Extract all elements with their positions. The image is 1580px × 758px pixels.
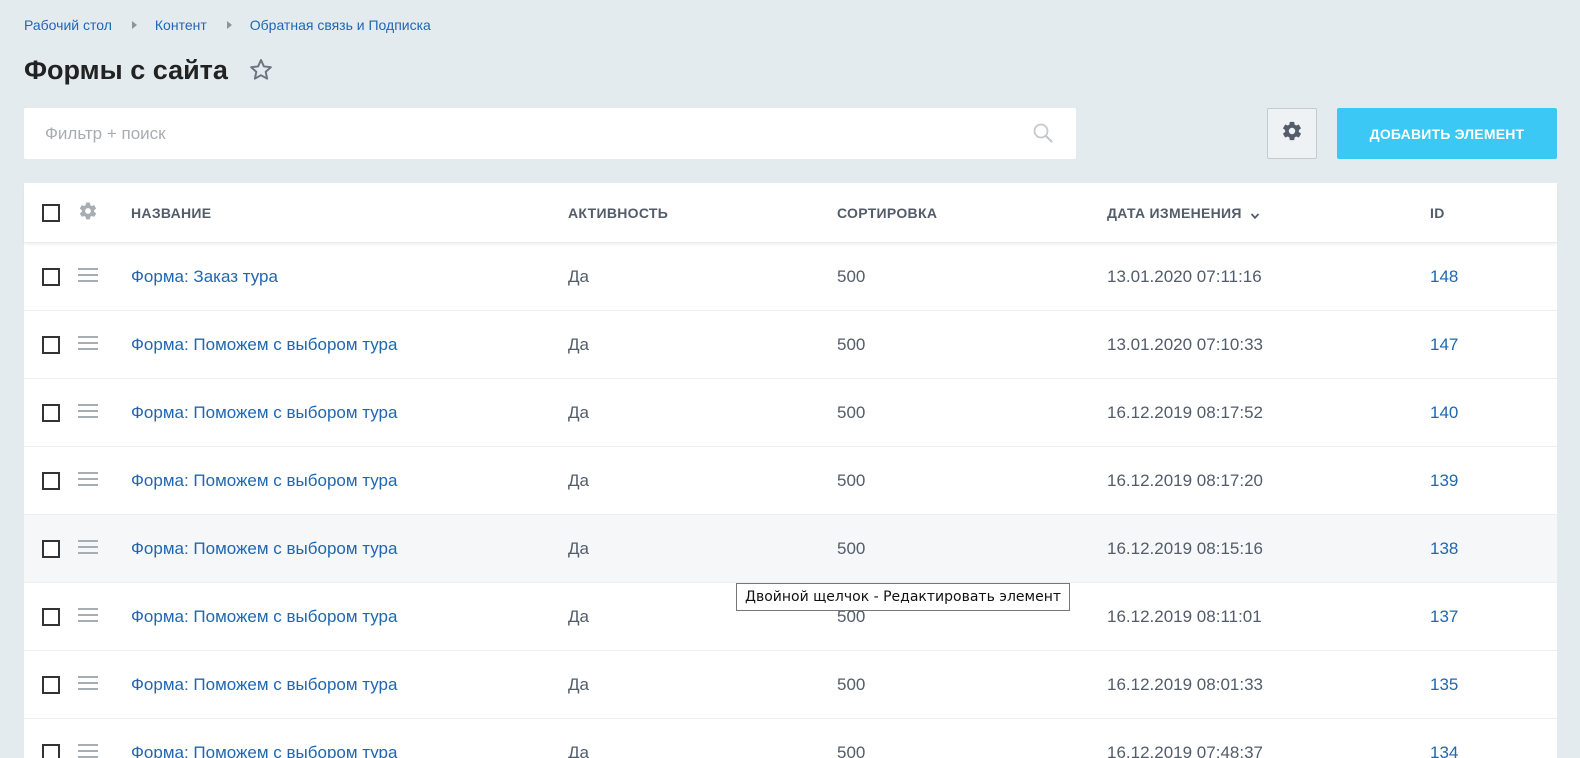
title-row: Формы с сайта [24,50,274,90]
gear-icon [1281,120,1303,147]
row-id-link[interactable]: 138 [1430,515,1458,582]
table-row[interactable]: Форма: Поможем с выбором тура Да 500 16.… [24,515,1557,583]
breadcrumb-separator-icon [131,21,137,29]
drag-handle-icon[interactable] [78,539,98,559]
row-active: Да [568,606,589,626]
row-checkbox[interactable] [42,607,60,626]
table-row[interactable]: Форма: Поможем с выбором тура Да 500 16.… [24,447,1557,515]
chevron-down-icon [1250,208,1260,219]
row-active: Да [568,334,589,354]
row-sort: 500 [837,402,866,422]
row-checkbox[interactable] [42,471,60,490]
column-settings-gear-icon[interactable] [78,201,98,224]
table-header: НАЗВАНИЕ АКТИВНОСТЬ СОРТИРОВКА ДАТА ИЗМЕ… [24,183,1557,243]
table-row[interactable]: Форма: Поможем с выбором тура Да 500 16.… [24,379,1557,447]
breadcrumb-item-content[interactable]: Контент [155,17,207,33]
row-checkbox[interactable] [42,539,60,558]
search-input[interactable] [24,108,1004,159]
column-header-id[interactable]: ID [1430,183,1445,242]
row-checkbox[interactable] [42,743,60,758]
table-row[interactable]: Форма: Поможем с выбором тура Да 500 13.… [24,311,1557,379]
breadcrumb-separator-icon [226,21,232,29]
row-active: Да [568,674,589,694]
row-date: 13.01.2020 07:11:16 [1107,266,1262,286]
drag-handle-icon[interactable] [78,675,98,695]
column-header-name[interactable]: НАЗВАНИЕ [131,183,211,242]
row-id-link[interactable]: 139 [1430,447,1458,514]
row-name-link[interactable]: Форма: Поможем с выбором тура [131,447,397,514]
row-id-link[interactable]: 148 [1430,243,1458,310]
row-name-link[interactable]: Форма: Заказ тура [131,243,278,310]
row-checkbox[interactable] [42,403,60,422]
column-header-sort[interactable]: СОРТИРОВКА [837,183,937,242]
row-checkbox[interactable] [42,675,60,694]
drag-handle-icon[interactable] [78,743,98,758]
row-id-link[interactable]: 135 [1430,651,1458,718]
row-active: Да [568,742,589,758]
breadcrumb-item-feedback[interactable]: Обратная связь и Подписка [250,17,431,33]
row-date: 16.12.2019 08:01:33 [1107,674,1263,694]
row-date: 16.12.2019 08:11:01 [1107,606,1262,626]
column-header-date-label: ДАТА ИЗМЕНЕНИЯ [1107,204,1242,221]
drag-handle-icon[interactable] [78,607,98,627]
row-sort: 500 [837,266,866,286]
row-sort: 500 [837,334,866,354]
row-name-link[interactable]: Форма: Поможем с выбором тура [131,583,397,650]
column-header-active[interactable]: АКТИВНОСТЬ [568,183,668,242]
settings-button[interactable] [1267,108,1317,159]
search-icon[interactable] [1032,122,1054,144]
row-id-link[interactable]: 134 [1430,719,1458,758]
row-name-link[interactable]: Форма: Поможем с выбором тура [131,719,397,758]
row-name-link[interactable]: Форма: Поможем с выбором тура [131,651,397,718]
breadcrumb-item-desktop[interactable]: Рабочий стол [24,17,112,33]
row-name-link[interactable]: Форма: Поможем с выбором тура [131,379,397,446]
row-active: Да [568,538,589,558]
row-active: Да [568,470,589,490]
drag-handle-icon[interactable] [78,267,98,287]
column-header-date[interactable]: ДАТА ИЗМЕНЕНИЯ [1107,183,1260,242]
row-sort: 500 [837,674,866,694]
add-element-button[interactable]: ДОБАВИТЬ ЭЛЕМЕНТ [1337,108,1557,159]
row-sort: 500 [837,538,866,558]
row-date: 16.12.2019 08:15:16 [1107,538,1263,558]
drag-handle-icon[interactable] [78,403,98,423]
row-date: 16.12.2019 08:17:20 [1107,470,1263,490]
table-row[interactable]: Форма: Поможем с выбором тура Да 500 16.… [24,719,1557,758]
select-all-checkbox[interactable] [42,203,60,222]
forms-table: НАЗВАНИЕ АКТИВНОСТЬ СОРТИРОВКА ДАТА ИЗМЕ… [24,183,1557,758]
star-icon[interactable] [248,57,274,83]
page-title: Формы с сайта [24,54,228,85]
drag-handle-icon[interactable] [78,335,98,355]
row-sort: 500 [837,742,866,758]
row-name-link[interactable]: Форма: Поможем с выбором тура [131,515,397,582]
table-row[interactable]: Форма: Поможем с выбором тура Да 500 16.… [24,651,1557,719]
row-date: 16.12.2019 07:48:37 [1107,742,1263,758]
breadcrumb: Рабочий стол Контент Обратная связь и По… [24,16,431,34]
row-checkbox[interactable] [42,335,60,354]
filter-search-box [24,108,1076,159]
row-active: Да [568,402,589,422]
tooltip: Двойной щелчок - Редактировать элемент [736,583,1071,611]
row-date: 16.12.2019 08:17:52 [1107,402,1263,422]
row-checkbox[interactable] [42,267,60,286]
row-sort: 500 [837,470,866,490]
row-date: 13.01.2020 07:10:33 [1107,334,1263,354]
row-name-link[interactable]: Форма: Поможем с выбором тура [131,311,397,378]
row-active: Да [568,266,589,286]
drag-handle-icon[interactable] [78,471,98,491]
row-id-link[interactable]: 140 [1430,379,1458,446]
row-id-link[interactable]: 137 [1430,583,1458,650]
table-row[interactable]: Форма: Заказ тура Да 500 13.01.2020 07:1… [24,243,1557,311]
row-id-link[interactable]: 147 [1430,311,1458,378]
